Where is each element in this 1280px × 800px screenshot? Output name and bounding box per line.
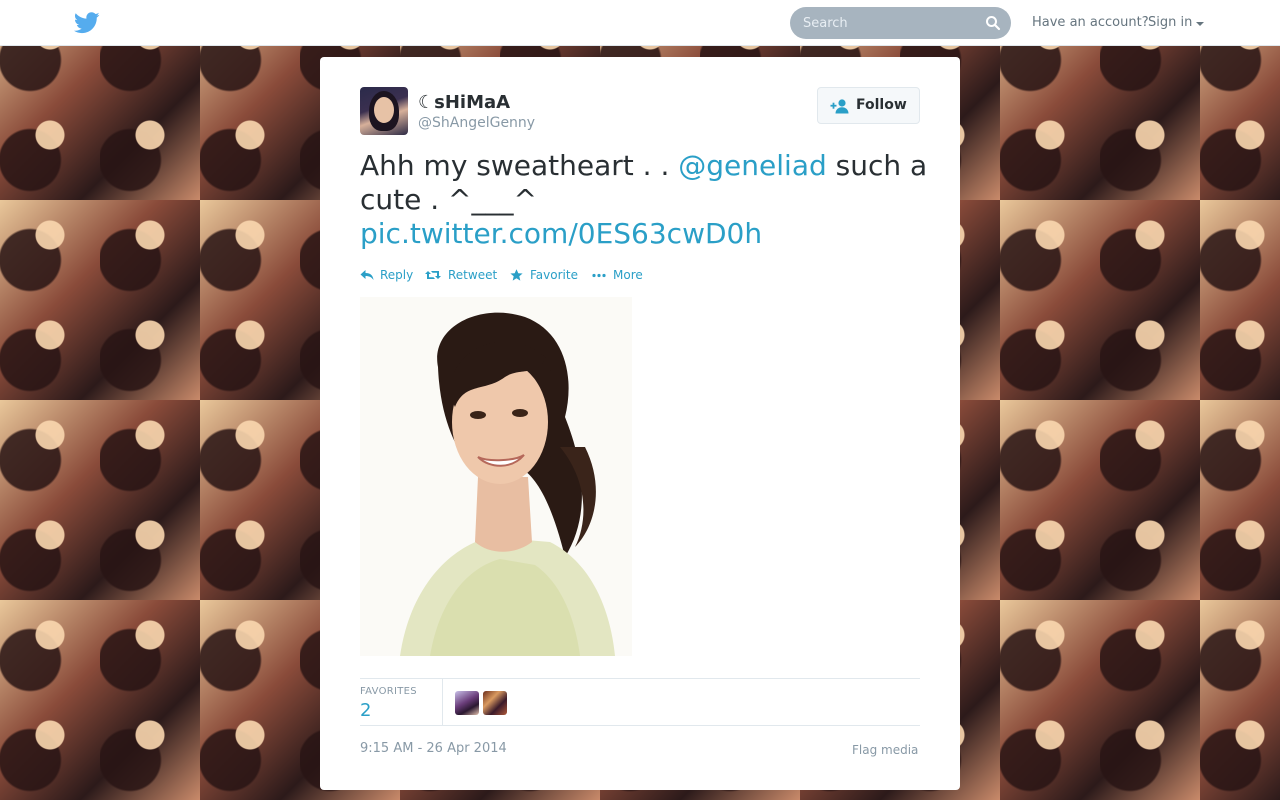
- retweet-icon: [425, 271, 441, 279]
- have-account-text: Have an account?: [1032, 15, 1149, 30]
- search-input[interactable]: [790, 7, 980, 39]
- search-box: [790, 7, 1011, 39]
- add-user-icon: [830, 99, 849, 114]
- search-icon[interactable]: [985, 15, 1001, 31]
- favoriter-avatar[interactable]: [455, 691, 479, 715]
- retweet-label: Retweet: [448, 268, 498, 282]
- favorites-label: FAVORITES: [360, 686, 417, 697]
- favorite-label: Favorite: [530, 268, 578, 282]
- tweet-stats: FAVORITES 2: [360, 678, 920, 726]
- top-bar: Have an account? Sign in: [0, 0, 1280, 46]
- display-name[interactable]: ☾sHiMaA: [418, 92, 510, 113]
- twitter-bird-icon[interactable]: [74, 12, 100, 34]
- mention-link[interactable]: @geneliad: [678, 149, 826, 182]
- flag-media-link[interactable]: Flag media: [852, 743, 918, 757]
- sign-in-link[interactable]: Sign in: [1148, 15, 1192, 30]
- more-dots-icon: [592, 273, 606, 278]
- more-label: More: [613, 268, 643, 282]
- follow-button-label: Follow: [856, 97, 907, 113]
- chevron-down-icon[interactable]: [1196, 22, 1204, 26]
- user-handle[interactable]: @ShAngelGenny: [418, 115, 535, 131]
- tweet-photo[interactable]: [360, 297, 632, 656]
- tweet-text: Ahh my sweatheart . . @geneliad such a c…: [360, 149, 930, 251]
- favorites-count[interactable]: 2: [360, 700, 371, 721]
- tweet-timestamp[interactable]: 9:15 AM - 26 Apr 2014: [360, 741, 507, 756]
- reply-label: Reply: [380, 268, 414, 282]
- avatar[interactable]: [360, 87, 408, 135]
- tweet-text-body: Ahh my sweatheart . .: [360, 149, 679, 182]
- stats-divider: [442, 679, 443, 725]
- star-icon: [510, 269, 523, 281]
- tweet-card: ☾sHiMaA @ShAngelGenny Follow Ahh my swea…: [320, 57, 960, 790]
- avatar-face: [374, 97, 394, 123]
- follow-button[interactable]: Follow: [817, 87, 920, 124]
- reply-icon: [360, 270, 374, 280]
- media-link[interactable]: pic.twitter.com/0ES63cwD0h: [360, 217, 762, 250]
- photo-portrait-image: [360, 297, 632, 656]
- favoriter-avatar[interactable]: [483, 691, 507, 715]
